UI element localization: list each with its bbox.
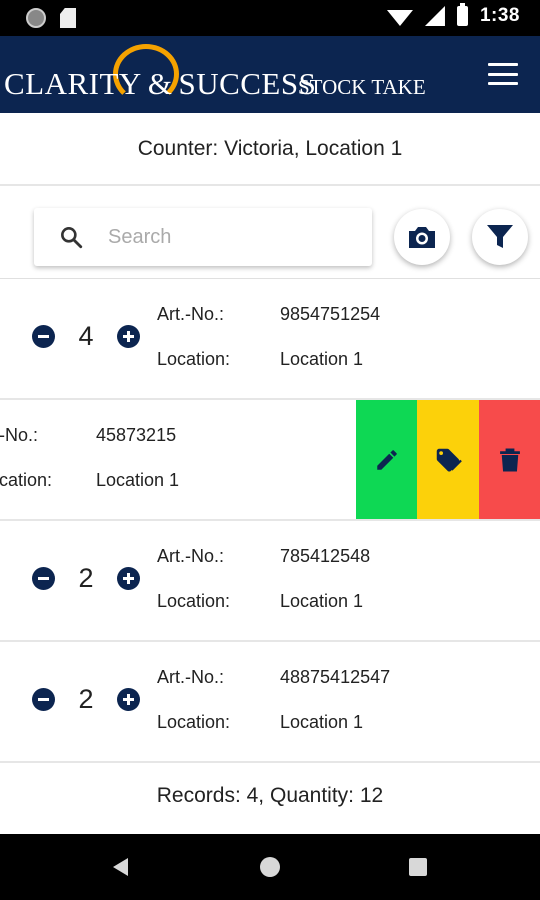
- status-time: 1:38: [479, 5, 520, 26]
- camera-icon: [409, 227, 435, 248]
- art-no-label: -No.:: [0, 425, 39, 445]
- status-bar: 1:38: [0, 0, 540, 36]
- increase-quantity-button[interactable]: [117, 325, 140, 348]
- increase-quantity-button[interactable]: [117, 567, 140, 590]
- tag-button[interactable]: [417, 400, 479, 519]
- art-no-label: Art.-No.:: [157, 667, 225, 687]
- quantity-value: 4: [78, 321, 94, 351]
- quantity-stepper: 2: [32, 684, 140, 715]
- signal-icon: [424, 6, 445, 26]
- battery-icon: [456, 3, 468, 26]
- hamburger-menu-icon[interactable]: [488, 63, 518, 85]
- system-nav-bar: [0, 834, 540, 900]
- delete-button[interactable]: [479, 400, 540, 519]
- art-no-label: Art.-No.:: [157, 304, 225, 324]
- pencil-icon: [377, 449, 397, 470]
- list-item[interactable]: 4 Art.-No.: 9854751254 Location: Locatio…: [0, 279, 540, 400]
- back-icon[interactable]: [113, 858, 128, 876]
- location-label: Location:: [157, 591, 231, 611]
- brand-amp: &: [147, 66, 173, 101]
- brand-logo: CLARITY & SUCCESS: [4, 66, 316, 102]
- location-value: Location 1: [280, 349, 364, 369]
- brand-left: CLARITY: [4, 66, 142, 101]
- art-no-value: 9854751254: [280, 304, 381, 324]
- notification-dot-icon: [26, 8, 46, 28]
- brand-subtitle: STOCK TAKE: [298, 75, 426, 99]
- location-value: Location 1: [96, 470, 180, 490]
- list-item[interactable]: 2 Art.-No.: 785412548 Location: Location…: [0, 521, 540, 642]
- camera-button[interactable]: [394, 209, 450, 265]
- edit-button[interactable]: [356, 400, 418, 519]
- tag-icon: [436, 448, 462, 471]
- app-header: CLARITY & SUCCESS STOCK TAKE: [0, 36, 540, 113]
- wifi-icon: [386, 10, 413, 26]
- art-no-value: 48875412547: [280, 667, 391, 687]
- filter-button[interactable]: [472, 209, 528, 265]
- trash-icon: [500, 447, 520, 472]
- filter-icon: [487, 225, 513, 248]
- home-icon[interactable]: [260, 857, 280, 877]
- location-value: Location 1: [280, 712, 364, 732]
- art-no-value: 785412548: [280, 546, 371, 566]
- quantity-stepper: 2: [32, 563, 140, 594]
- records-summary: Records: 4, Quantity: 12: [156, 784, 384, 807]
- location-label: Location:: [157, 349, 231, 369]
- quantity-value: 2: [78, 563, 94, 593]
- search-icon: [61, 227, 83, 249]
- sd-card-icon: [60, 8, 76, 28]
- list-item-swiped[interactable]: -No.: 45873215 cation: Location 1: [0, 400, 540, 521]
- decrease-quantity-button[interactable]: [32, 688, 55, 711]
- decrease-quantity-button[interactable]: [32, 567, 55, 590]
- location-label: cation:: [0, 470, 53, 490]
- counter-info: Counter: Victoria, Location 1: [0, 113, 540, 186]
- list-item[interactable]: 2 Art.-No.: 48875412547 Location: Locati…: [0, 642, 540, 763]
- brand-right: SUCCESS: [178, 66, 317, 101]
- search-input[interactable]: [108, 225, 338, 249]
- search-bar[interactable]: [34, 208, 372, 266]
- recent-apps-icon[interactable]: [409, 858, 427, 876]
- quantity-stepper: 4: [32, 321, 140, 352]
- art-no-value: 45873215: [96, 425, 177, 445]
- increase-quantity-button[interactable]: [117, 688, 140, 711]
- quantity-value: 2: [78, 684, 94, 714]
- decrease-quantity-button[interactable]: [32, 325, 55, 348]
- location-label: Location:: [157, 712, 231, 732]
- art-no-label: Art.-No.:: [157, 546, 225, 566]
- location-value: Location 1: [280, 591, 364, 611]
